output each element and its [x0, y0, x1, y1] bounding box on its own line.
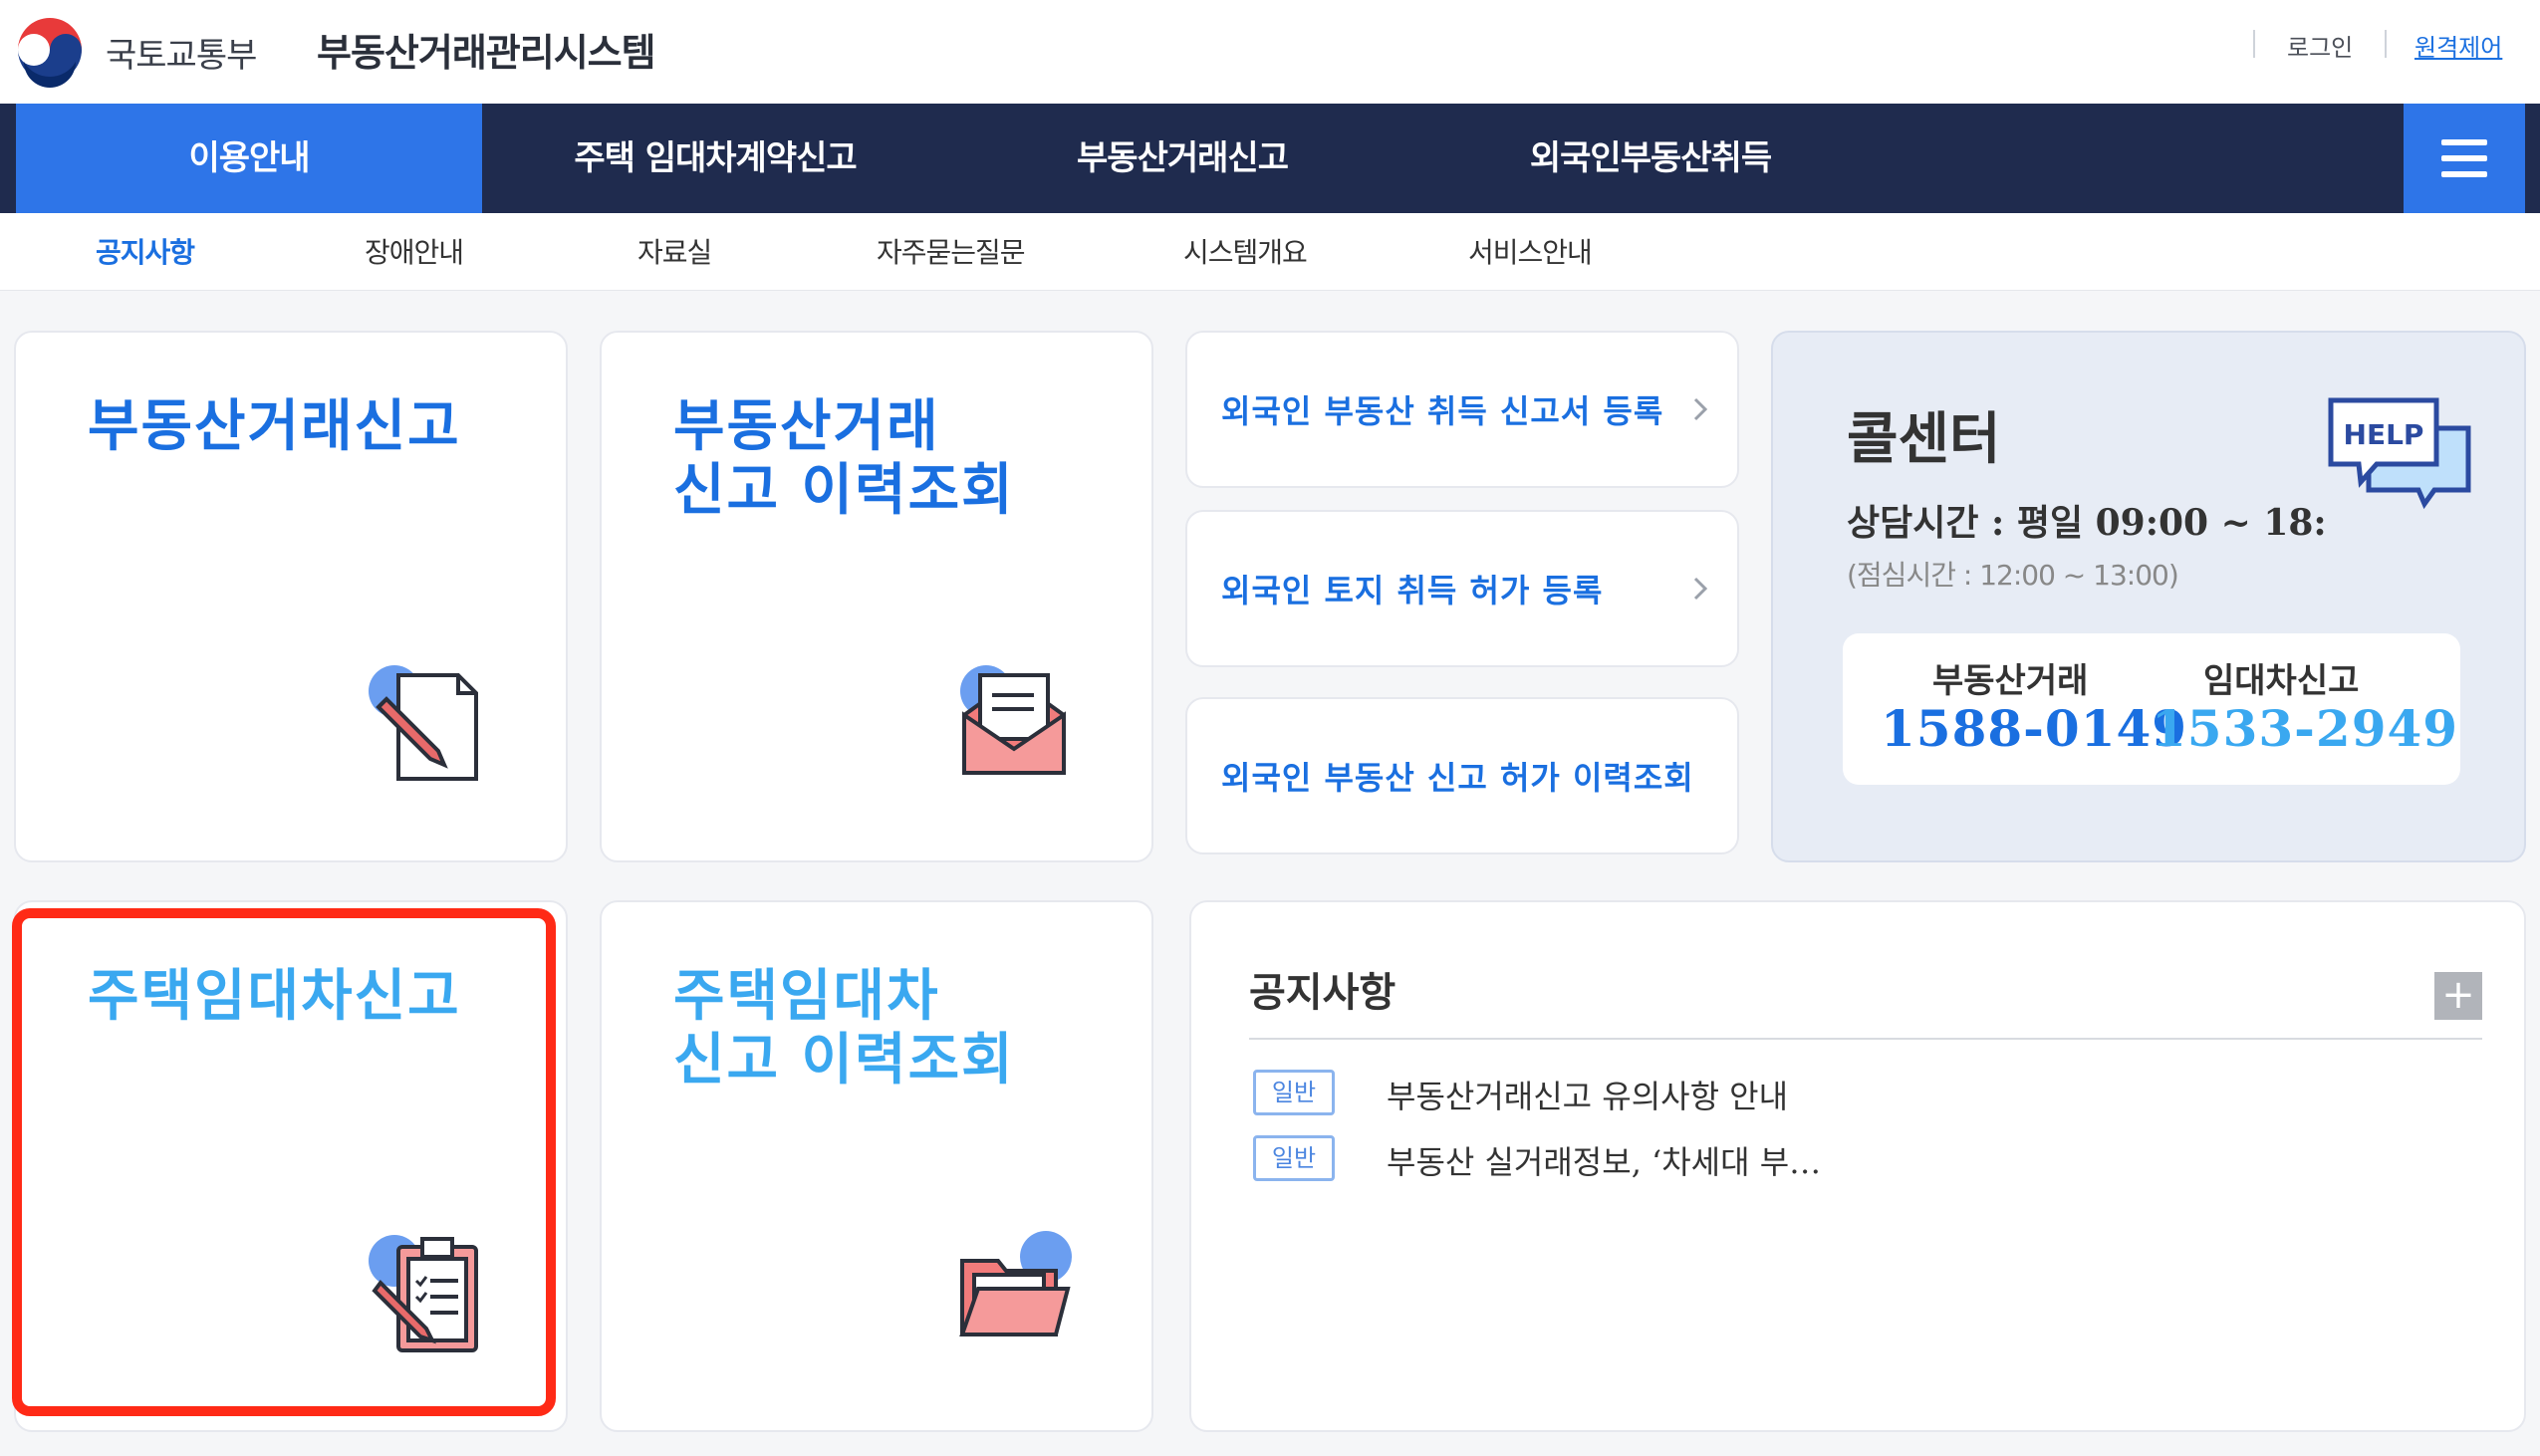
- card-title-line: 신고 이력조회: [673, 1027, 1015, 1092]
- utility-divider: [2385, 30, 2387, 58]
- trade-history-card[interactable]: 부동산거래 신고 이력조회: [600, 331, 1153, 862]
- hamburger-menu-button[interactable]: [2404, 104, 2525, 213]
- subnav-item-system-overview[interactable]: 시스템개요: [1183, 231, 1308, 271]
- hamburger-icon: [2441, 139, 2487, 145]
- lease-report-card[interactable]: 주택임대차신고: [14, 900, 568, 1432]
- lunch-hours: (점심시간 : 12:00 ~ 13:00): [1847, 559, 2179, 592]
- taegeuk-logo-icon[interactable]: [10, 10, 90, 90]
- clipboard-checklist-icon: [369, 1235, 478, 1352]
- trade-line-label: 부동산거래: [1932, 661, 2089, 701]
- notice-row[interactable]: 일반 부동산거래신고 유의사항 안내: [1253, 1070, 2448, 1115]
- remote-control-link[interactable]: 원격제어: [2414, 28, 2502, 63]
- link-label: 외국인 토지 취득 허가 등록: [1221, 572, 1604, 609]
- foreign-land-permit-link[interactable]: 외국인 토지 취득 허가 등록: [1185, 510, 1739, 667]
- gnb-item-trade-report[interactable]: 부동산거래신고: [948, 104, 1416, 213]
- chevron-right-icon: [1693, 397, 1708, 421]
- card-title-line: 신고 이력조회: [673, 457, 1015, 523]
- card-title: 주택임대차 신고 이력조회: [673, 964, 1015, 1092]
- sub-navigation: 공지사항 장애안내 자료실 자주묻는질문 시스템개요 서비스안내: [0, 213, 2540, 291]
- trade-line-number[interactable]: 1588-0149: [1881, 699, 2187, 758]
- chevron-right-icon: [1693, 577, 1708, 601]
- subnav-item-outage[interactable]: 장애안내: [365, 231, 464, 271]
- subnav-item-archive[interactable]: 자료실: [637, 231, 712, 271]
- card-title: 주택임대차신고: [88, 963, 461, 1029]
- system-title[interactable]: 부동산거래관리시스템: [317, 22, 656, 77]
- login-link[interactable]: 로그인: [2287, 28, 2353, 63]
- notice-text[interactable]: 부동산거래신고 유의사항 안내: [1387, 1072, 1788, 1117]
- consultation-hours: 상담시간 : 평일 09:00 ~ 18:: [1847, 502, 2327, 544]
- phone-numbers-box: 부동산거래 임대차신고 1588-0149 1533-2949: [1843, 633, 2460, 785]
- envelope-letter-icon: [960, 665, 1066, 775]
- document-pen-icon: [369, 665, 478, 781]
- notice-panel: 공지사항 + 일반 부동산거래신고 유의사항 안내 일반 부동산 실거래정보, …: [1189, 900, 2526, 1432]
- card-title-line: 주택임대차: [673, 963, 940, 1029]
- hamburger-icon-bar: [2441, 155, 2487, 161]
- notice-title: 공지사항: [1249, 969, 1397, 1016]
- header: 국토교통부 부동산거래관리시스템 로그인 원격제어: [0, 0, 2540, 104]
- link-label: 외국인 부동산 취득 신고서 등록: [1221, 392, 1664, 430]
- card-title: 부동산거래 신고 이력조회: [673, 394, 1015, 522]
- trade-report-card[interactable]: 부동산거래신고: [14, 331, 568, 862]
- lease-history-card[interactable]: 주택임대차 신고 이력조회: [600, 900, 1153, 1432]
- notice-more-button[interactable]: +: [2434, 972, 2482, 1020]
- gnb-item-foreign-acquisition[interactable]: 외국인부동산취득: [1416, 104, 1885, 213]
- lease-line-label: 임대차신고: [2203, 661, 2360, 701]
- divider: [1249, 1038, 2482, 1040]
- subnav-item-notice[interactable]: 공지사항: [96, 231, 195, 271]
- card-title-line: 부동산거래: [673, 393, 940, 459]
- notice-row[interactable]: 일반 부동산 실거래정보, ‘차세대 부…: [1253, 1135, 2448, 1181]
- subnav-item-faq[interactable]: 자주묻는질문: [877, 231, 1026, 271]
- ministry-name: 국토교통부: [106, 36, 257, 76]
- gnb-item-lease-contract[interactable]: 주택 임대차계약신고: [482, 104, 948, 213]
- call-center-title: 콜센터: [1847, 406, 2001, 472]
- help-badge-text: HELP: [2344, 418, 2424, 451]
- hamburger-icon-bar: [2441, 171, 2487, 177]
- open-folder-icon: [959, 1231, 1072, 1336]
- gnb-item-guide[interactable]: 이용안내: [16, 104, 482, 213]
- lease-line-number[interactable]: 1533-2949: [2152, 699, 2458, 758]
- main-navigation: 이용안내 주택 임대차계약신고 부동산거래신고 외국인부동산취득: [0, 104, 2540, 213]
- link-label: 외국인 부동산 신고 허가 이력조회: [1221, 759, 1694, 797]
- notice-text[interactable]: 부동산 실거래정보, ‘차세대 부…: [1387, 1137, 1821, 1183]
- notice-category-badge: 일반: [1253, 1070, 1335, 1115]
- help-chat-icon: HELP: [2328, 397, 2471, 510]
- utility-divider: [2253, 30, 2255, 58]
- call-center-panel: 콜센터 상담시간 : 평일 09:00 ~ 18: (점심시간 : 12:00 …: [1771, 331, 2526, 862]
- notice-category-badge: 일반: [1253, 1135, 1335, 1181]
- card-title: 부동산거래신고: [88, 393, 461, 459]
- foreign-acquisition-register-link[interactable]: 외국인 부동산 취득 신고서 등록: [1185, 331, 1739, 488]
- foreign-permit-history-link[interactable]: 외국인 부동산 신고 허가 이력조회: [1185, 697, 1739, 854]
- subnav-item-service-guide[interactable]: 서비스안내: [1468, 231, 1593, 271]
